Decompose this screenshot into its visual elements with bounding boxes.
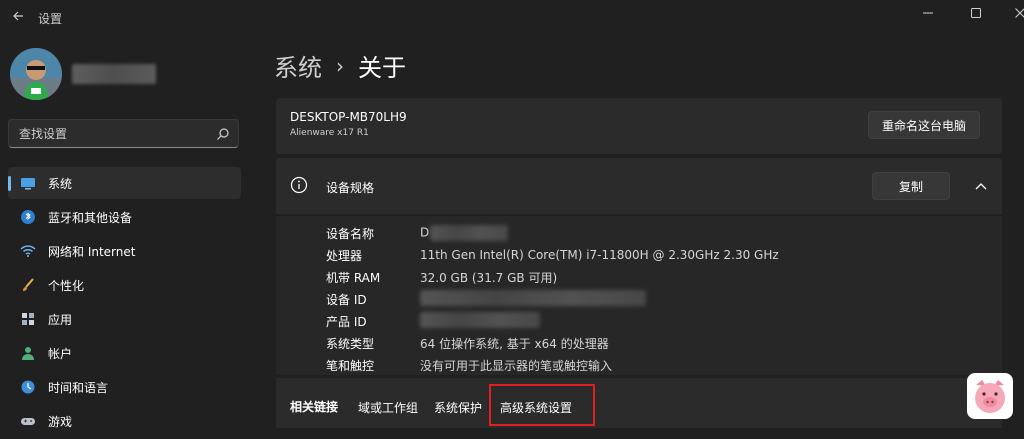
sidebar-item-label: 游戏: [48, 414, 73, 429]
sidebar-item-label: 帐户: [48, 346, 73, 361]
avatar-image: [10, 48, 62, 100]
minimize-button[interactable]: [908, 4, 948, 22]
back-button[interactable]: [8, 8, 28, 28]
spec-label: 处理器: [326, 248, 363, 263]
gamepad-icon: [20, 413, 36, 429]
search-input[interactable]: [19, 126, 209, 142]
maximize-icon: [971, 8, 981, 18]
spec-row-product-id: 产品 ID: [326, 311, 540, 331]
sidebar-item-gaming[interactable]: 游戏: [8, 405, 241, 437]
highlight-box: [489, 384, 595, 426]
spec-value-text: D: [420, 225, 430, 240]
sidebar: 系统 蓝牙和其他设备 网络和 Internet 个性化 应用: [0, 40, 256, 429]
info-icon: [290, 176, 308, 194]
redacted-value: [420, 311, 540, 328]
spec-row-system-type: 系统类型 64 位操作系统, 基于 x64 的处理器: [326, 334, 609, 352]
main-content: 系统 › 关于 DESKTOP-MB70LH9 Alienware x17 R1…: [256, 40, 1024, 428]
sidebar-nav: 系统 蓝牙和其他设备 网络和 Internet 个性化 应用 帐户 时间和语言 …: [8, 167, 241, 439]
minimize-icon: [923, 12, 933, 14]
title-bar: 设置: [0, 0, 1024, 40]
globe-clock-icon: [20, 379, 36, 395]
redacted-value: [420, 289, 646, 306]
brush-icon: [20, 277, 36, 293]
sidebar-item-label: 应用: [48, 312, 73, 327]
close-icon: [1015, 8, 1024, 18]
search-icon[interactable]: [216, 127, 230, 141]
maximize-button[interactable]: [956, 4, 996, 22]
link-domain-workgroup[interactable]: 域或工作组: [358, 399, 418, 416]
breadcrumb-parent[interactable]: 系统: [274, 48, 322, 83]
spec-row-device-id: 设备 ID: [326, 289, 646, 309]
spec-label: 设备 ID: [326, 292, 367, 307]
sidebar-item-network[interactable]: 网络和 Internet: [8, 235, 241, 267]
spec-value: 32.0 GB (31.7 GB 可用): [420, 270, 558, 285]
breadcrumb-separator: ›: [336, 53, 344, 78]
search-box[interactable]: [8, 119, 239, 148]
breadcrumb: 系统 › 关于: [274, 48, 406, 83]
sidebar-item-label: 时间和语言: [48, 380, 109, 395]
spec-row-pen-touch: 笔和触控 没有可用于此显示器的笔或触控输入: [326, 356, 612, 374]
spec-value: 11th Gen Intel(R) Core(TM) i7-11800H @ 2…: [420, 248, 779, 262]
sidebar-item-system[interactable]: 系统: [8, 167, 241, 199]
sidebar-item-accounts[interactable]: 帐户: [8, 337, 241, 369]
sidebar-item-apps[interactable]: 应用: [8, 303, 241, 335]
device-specs-body: 设备名称 D 处理器 11th Gen Intel(R) Core(TM) i7…: [276, 215, 1002, 375]
spec-value: D: [420, 225, 509, 241]
copy-button[interactable]: 复制: [872, 172, 950, 200]
sidebar-item-time-language[interactable]: 时间和语言: [8, 371, 241, 403]
device-specs-title: 设备规格: [326, 181, 375, 195]
spec-row-device-name: 设备名称 D: [326, 224, 509, 242]
related-links-title: 相关链接: [290, 400, 339, 414]
spec-value: 没有可用于此显示器的笔或触控输入: [420, 358, 613, 373]
bluetooth-icon: [20, 209, 36, 225]
spec-label: 笔和触控: [326, 358, 375, 373]
spec-value: [420, 311, 540, 331]
device-specs-header[interactable]: 设备规格 复制: [276, 158, 1002, 214]
app-title: 设置: [38, 12, 63, 26]
link-system-protection[interactable]: 系统保护: [434, 399, 482, 416]
pc-name-card: DESKTOP-MB70LH9 Alienware x17 R1 重命名这台电脑: [276, 98, 1002, 154]
sidebar-item-bluetooth[interactable]: 蓝牙和其他设备: [8, 201, 241, 233]
spec-label: 产品 ID: [326, 314, 367, 329]
related-links: 相关链接 域或工作组 系统保护 高级系统设置: [276, 378, 1002, 428]
page-title: 关于: [358, 54, 406, 82]
spec-value: 64 位操作系统, 基于 x64 的处理器: [420, 336, 609, 351]
pc-model: Alienware x17 R1: [290, 128, 369, 138]
redacted-value: [430, 225, 509, 241]
spec-label: 机带 RAM: [326, 270, 381, 285]
rename-pc-button[interactable]: 重命名这台电脑: [868, 111, 980, 139]
sidebar-item-label: 个性化: [48, 278, 85, 293]
active-indicator: [8, 176, 11, 191]
chevron-up-icon[interactable]: [974, 180, 988, 194]
person-icon: [20, 345, 36, 361]
apps-icon: [20, 311, 36, 327]
monitor-icon: [20, 175, 36, 191]
wifi-icon: [20, 243, 36, 259]
close-button[interactable]: [1000, 4, 1024, 22]
pig-mascot-logo: [967, 373, 1013, 419]
pc-name: DESKTOP-MB70LH9: [290, 110, 407, 124]
spec-value: [420, 289, 646, 309]
sidebar-item-label: 系统: [48, 176, 73, 191]
spec-row-processor: 处理器 11th Gen Intel(R) Core(TM) i7-11800H…: [326, 246, 779, 264]
spec-label: 设备名称: [326, 226, 375, 241]
sidebar-item-label: 蓝牙和其他设备: [48, 210, 133, 225]
spec-row-ram: 机带 RAM 32.0 GB (31.7 GB 可用): [326, 268, 557, 286]
back-arrow-icon: [13, 11, 23, 21]
username-blurred: [72, 64, 156, 84]
sidebar-item-personalization[interactable]: 个性化: [8, 269, 241, 301]
avatar[interactable]: [10, 48, 62, 100]
sidebar-item-label: 网络和 Internet: [48, 244, 136, 259]
spec-label: 系统类型: [326, 336, 375, 351]
